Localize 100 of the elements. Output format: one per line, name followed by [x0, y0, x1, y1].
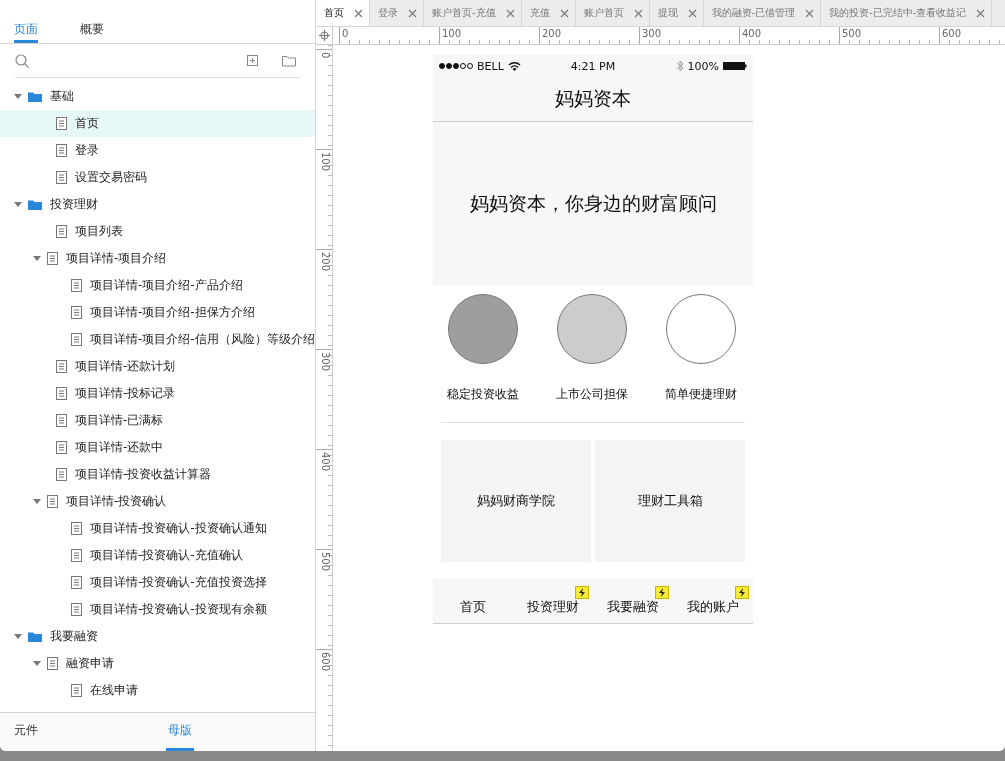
tree-item[interactable]: 在线申请	[0, 677, 315, 704]
feature-card[interactable]: 理财工具箱	[595, 440, 745, 562]
tree-item[interactable]: 项目列表	[0, 218, 315, 245]
document-tab[interactable]: 提现	[649, 0, 704, 26]
feature-card[interactable]: 妈妈财商学院	[441, 440, 591, 562]
tree-item[interactable]: 我要融资	[0, 623, 315, 650]
ruler-label: 400	[316, 449, 332, 549]
document-tab[interactable]: 登录	[370, 0, 424, 26]
folder-icon	[28, 91, 42, 102]
panel-tab[interactable]: 母版	[166, 713, 194, 751]
document-tab[interactable]: 我的投资-已完结中-查看收益记	[821, 0, 993, 26]
ruler-label: 500	[316, 549, 332, 649]
caret-icon[interactable]	[33, 660, 41, 667]
tree-item[interactable]: 登录	[0, 137, 315, 164]
ruler-label: 300	[316, 349, 332, 449]
page-icon	[71, 279, 82, 292]
page-icon	[71, 549, 82, 562]
search-icon	[15, 53, 29, 68]
tab-bar-item[interactable]: 首页	[460, 598, 486, 616]
tree-item[interactable]: 项目详情-已满标	[0, 407, 315, 434]
caret-icon[interactable]	[14, 201, 22, 208]
panel-tab[interactable]: 概要	[80, 21, 104, 43]
tab-bar-item[interactable]: 我要融资	[607, 598, 659, 616]
page-icon	[47, 252, 58, 265]
caret-icon[interactable]	[33, 498, 41, 505]
tree-item[interactable]: 融资申请	[0, 650, 315, 677]
page-icon	[56, 117, 67, 130]
close-icon[interactable]	[687, 8, 697, 18]
tree-item[interactable]: 项目详情-项目介绍-信用（风险）等级介绍	[0, 326, 315, 353]
close-icon[interactable]	[805, 8, 815, 18]
tree-item[interactable]: 项目详情-投标记录	[0, 380, 315, 407]
battery-icon	[723, 62, 747, 70]
add-page-icon[interactable]	[247, 55, 258, 66]
tree-item[interactable]: 项目详情-投资确认-充值投资选择	[0, 569, 315, 596]
tree-item[interactable]: 项目详情-项目介绍	[0, 245, 315, 272]
caret-icon[interactable]	[33, 255, 41, 262]
panel-tab[interactable]: 元件	[0, 713, 166, 751]
tab-label: 首页	[324, 6, 344, 20]
feature-label: 简单便捷理财	[665, 386, 737, 403]
document-tab[interactable]: 账户首页	[575, 0, 650, 26]
tab-bar-item[interactable]: 投资理财	[527, 598, 579, 616]
page-icon	[56, 441, 67, 454]
tab-label: 账户首页	[583, 6, 624, 20]
close-icon[interactable]	[505, 8, 515, 18]
close-icon[interactable]	[976, 8, 986, 18]
close-icon[interactable]	[559, 8, 569, 18]
page-icon	[47, 495, 58, 508]
tree-item[interactable]: 项目详情-投资确认-投资现有余额	[0, 596, 315, 623]
tab-label: 提现	[657, 6, 678, 20]
ruler-label: 600	[939, 27, 1005, 44]
tree-item[interactable]: 项目详情-项目介绍-担保方介绍	[0, 299, 315, 326]
ruler-label: 500	[839, 27, 939, 44]
tree-item[interactable]: 项目详情-投资确认-投资确认通知	[0, 515, 315, 542]
ruler-label: 100	[316, 149, 332, 249]
banner: 妈妈资本，你身边的财富顾问	[433, 122, 753, 285]
document-tab[interactable]: 充值	[521, 0, 576, 26]
tree-item[interactable]: 项目详情-还款中	[0, 434, 315, 461]
ruler-label: 200	[316, 249, 332, 349]
page-icon	[56, 360, 67, 373]
close-icon[interactable]	[633, 8, 643, 18]
page-icon	[71, 576, 82, 589]
folder-outline-icon[interactable]	[282, 54, 296, 67]
tab-label: 登录	[378, 6, 398, 20]
page-icon	[56, 387, 67, 400]
panel-tab[interactable]: 页面	[14, 21, 38, 43]
tree-item[interactable]: 项目详情-投资确认-充值确认	[0, 542, 315, 569]
document-tab[interactable]: 我的融资-已借管理	[703, 0, 822, 26]
tab-label: 账户首页-充值	[432, 6, 496, 20]
tree-item[interactable]: 项目详情-还款计划	[0, 353, 315, 380]
ruler-label: 400	[739, 27, 839, 44]
crosshair-icon[interactable]	[318, 30, 330, 41]
document-tab[interactable]: 账户首页-充值	[424, 0, 522, 26]
tab-label: 充值	[529, 6, 550, 20]
ruler-label: 600	[316, 649, 332, 749]
page-icon	[56, 468, 67, 481]
tree-item[interactable]: 基础	[0, 83, 315, 110]
tree-item[interactable]: 投资理财	[0, 191, 315, 218]
caret-icon[interactable]	[14, 633, 22, 640]
feature-label: 稳定投资收益	[447, 386, 519, 403]
page-icon	[71, 684, 82, 697]
caret-icon[interactable]	[14, 93, 22, 100]
tree-item[interactable]: 设置交易密码	[0, 164, 315, 191]
tree-item[interactable]: 项目详情-项目介绍-产品介绍	[0, 272, 315, 299]
wifi-icon	[507, 61, 521, 71]
tree-item[interactable]: 项目详情-投资确认	[0, 488, 315, 515]
tree-item[interactable]: 项目详情-投资收益计算器	[0, 461, 315, 488]
page-icon	[56, 414, 67, 427]
ruler-label: 200	[539, 27, 639, 44]
tree-item[interactable]: 首页	[0, 110, 315, 137]
tab-bar-item[interactable]: 我的账户	[687, 598, 739, 616]
tab-label: 我的投资-已完结中-查看收益记	[829, 6, 967, 20]
feature-label: 上市公司担保	[556, 386, 628, 403]
ruler-label: 100	[439, 27, 539, 44]
nav-title: 妈妈资本	[433, 77, 753, 122]
ruler-label: 0	[339, 27, 439, 44]
page-icon	[71, 306, 82, 319]
document-tab[interactable]: 首页	[316, 0, 370, 26]
close-icon[interactable]	[408, 8, 417, 18]
close-icon[interactable]	[354, 8, 363, 18]
tab-label: 我的融资-已借管理	[711, 6, 796, 20]
